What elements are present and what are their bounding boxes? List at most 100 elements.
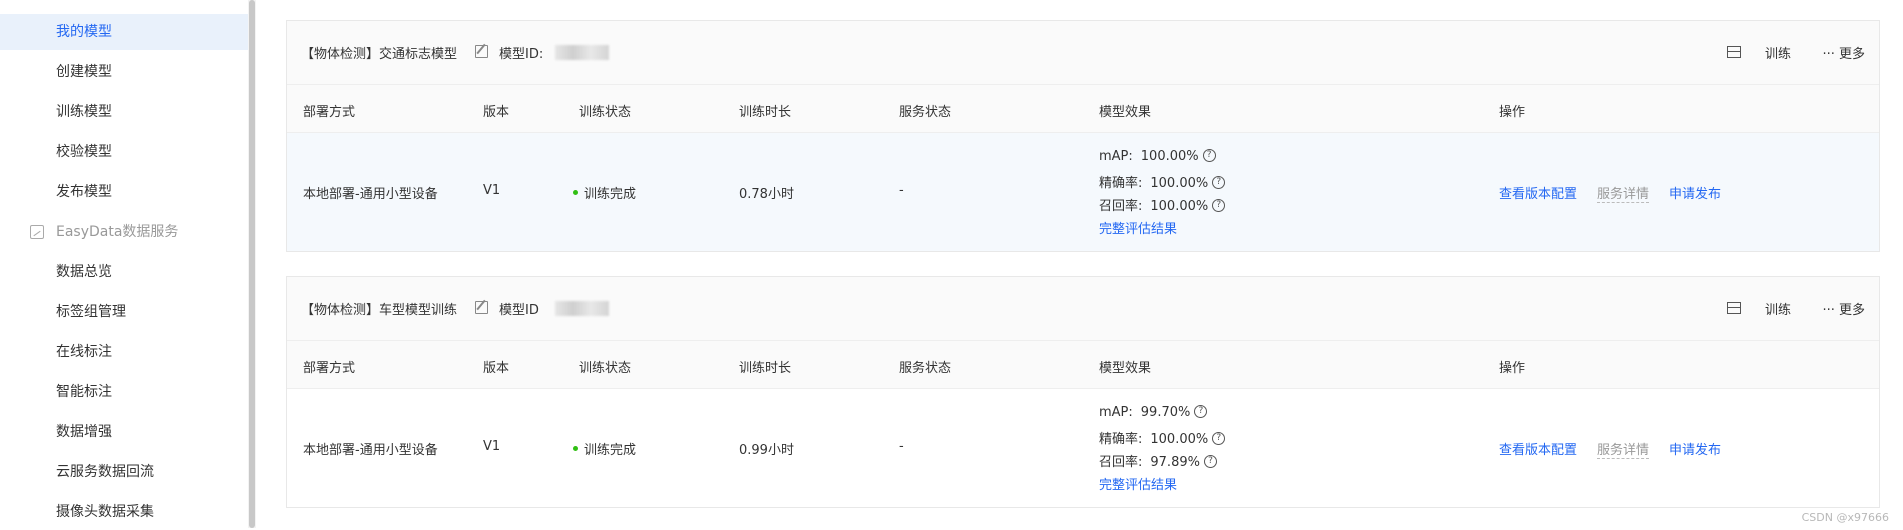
model-title: 【物体检测】车型模型训练 bbox=[301, 299, 457, 318]
model-id-value bbox=[555, 45, 609, 60]
sidebar-item-label: 云服务数据回流 bbox=[56, 464, 154, 480]
th-version: 版本 bbox=[483, 357, 509, 376]
sidebar-item-my-models[interactable]: 我的模型 bbox=[0, 14, 248, 50]
sidebar-section-easydata[interactable]: EasyData数据服务 bbox=[0, 214, 248, 250]
service-detail-link: 服务详情 bbox=[1597, 183, 1649, 203]
recall-label: 召回率: bbox=[1099, 455, 1142, 470]
recall-metric: 召回率: 100.00%? bbox=[1099, 195, 1225, 214]
sidebar-item-label: 数据增强 bbox=[56, 424, 112, 440]
map-metric: mAP: 100.00%? bbox=[1099, 149, 1216, 164]
help-icon[interactable]: ? bbox=[1212, 199, 1225, 212]
model-card-header: 【物体检测】交通标志模型 模型ID: 训练 ··· 更多 bbox=[287, 21, 1879, 85]
sidebar-item-label: 发布模型 bbox=[56, 184, 112, 200]
version-cell: V1 bbox=[483, 439, 500, 454]
th-action: 操作 bbox=[1499, 357, 1525, 376]
precision-label: 精确率: bbox=[1099, 176, 1142, 191]
model-id-label: 模型ID bbox=[499, 299, 539, 318]
sidebar-item-data-augmentation[interactable]: 数据增强 bbox=[0, 414, 248, 450]
view-version-config-link[interactable]: 查看版本配置 bbox=[1499, 183, 1577, 202]
th-deploy: 部署方式 bbox=[303, 101, 355, 120]
sidebar-item-data-overview[interactable]: 数据总览 bbox=[0, 254, 248, 290]
sidebar-item-label: 校验模型 bbox=[56, 144, 112, 160]
table-row: 本地部署-通用小型设备 V1 训练完成 0.99小时 - mAP:99.70%?… bbox=[287, 389, 1879, 507]
view-version-config-link[interactable]: 查看版本配置 bbox=[1499, 439, 1577, 458]
help-icon[interactable]: ? bbox=[1203, 149, 1216, 162]
recall-value: 97.89% bbox=[1150, 455, 1200, 470]
train-time-cell: 0.99小时 bbox=[739, 439, 794, 458]
map-value: 99.70% bbox=[1141, 405, 1191, 420]
recall-value: 100.00% bbox=[1150, 199, 1208, 214]
sidebar-item-train-model[interactable]: 训练模型 bbox=[0, 94, 248, 130]
sidebar-item-label: 标签组管理 bbox=[56, 304, 126, 320]
more-button[interactable]: ··· 更多 bbox=[1822, 43, 1865, 62]
sidebar-scrollbar[interactable] bbox=[248, 0, 256, 528]
train-status-text: 训练完成 bbox=[584, 443, 636, 458]
full-eval-link[interactable]: 完整评估结果 bbox=[1099, 474, 1177, 493]
table-header: 部署方式 版本 训练状态 训练时长 服务状态 模型效果 操作 bbox=[287, 85, 1879, 133]
model-id-label: 模型ID: bbox=[499, 43, 543, 62]
sidebar-item-label-groups[interactable]: 标签组管理 bbox=[0, 294, 248, 330]
help-icon[interactable]: ? bbox=[1204, 455, 1217, 468]
train-button[interactable]: 训练 bbox=[1765, 299, 1791, 318]
map-value: 100.00% bbox=[1141, 149, 1199, 164]
sidebar-item-label: 智能标注 bbox=[56, 384, 112, 400]
precision-label: 精确率: bbox=[1099, 432, 1142, 447]
train-icon[interactable] bbox=[1727, 46, 1741, 58]
sidebar-item-label: 我的模型 bbox=[56, 24, 112, 40]
help-icon[interactable]: ? bbox=[1212, 432, 1225, 445]
model-card-header: 【物体检测】车型模型训练 模型ID 训练 ··· 更多 bbox=[287, 277, 1879, 341]
map-label: mAP: bbox=[1099, 405, 1133, 420]
sidebar-item-online-annotation[interactable]: 在线标注 bbox=[0, 334, 248, 370]
map-metric: mAP: 99.70%? bbox=[1099, 405, 1207, 420]
table-row: 本地部署-通用小型设备 V1 训练完成 0.78小时 - mAP:100.00%… bbox=[287, 133, 1879, 251]
sidebar-item-create-model[interactable]: 创建模型 bbox=[0, 54, 248, 90]
apply-publish-link[interactable]: 申请发布 bbox=[1669, 439, 1721, 458]
chart-icon bbox=[30, 225, 44, 239]
model-card: 【物体检测】车型模型训练 模型ID 训练 ··· 更多 部署方式 版本 训练状态… bbox=[286, 276, 1880, 508]
scroll-thumb[interactable] bbox=[249, 0, 255, 528]
th-effect: 模型效果 bbox=[1099, 357, 1151, 376]
th-deploy: 部署方式 bbox=[303, 357, 355, 376]
service-detail-link: 服务详情 bbox=[1597, 439, 1649, 459]
train-status-text: 训练完成 bbox=[584, 187, 636, 202]
model-title: 【物体检测】交通标志模型 bbox=[301, 43, 457, 62]
sidebar-item-label: 训练模型 bbox=[56, 104, 112, 120]
help-icon[interactable]: ? bbox=[1194, 405, 1207, 418]
sidebar-item-publish-model[interactable]: 发布模型 bbox=[0, 174, 248, 210]
train-time-cell: 0.78小时 bbox=[739, 183, 794, 202]
sidebar-item-label: 创建模型 bbox=[56, 64, 112, 80]
th-service-status: 服务状态 bbox=[899, 357, 951, 376]
th-version: 版本 bbox=[483, 101, 509, 120]
sidebar-item-label: 摄像头数据采集 bbox=[56, 504, 154, 520]
sidebar-item-cloud-data-return[interactable]: 云服务数据回流 bbox=[0, 454, 248, 490]
train-icon[interactable] bbox=[1727, 302, 1741, 314]
help-icon[interactable]: ? bbox=[1212, 176, 1225, 189]
apply-publish-link[interactable]: 申请发布 bbox=[1669, 183, 1721, 202]
train-button[interactable]: 训练 bbox=[1765, 43, 1791, 62]
model-card: 【物体检测】交通标志模型 模型ID: 训练 ··· 更多 部署方式 版本 训练状… bbox=[286, 20, 1880, 252]
edit-icon[interactable] bbox=[475, 301, 488, 314]
table-header: 部署方式 版本 训练状态 训练时长 服务状态 模型效果 操作 bbox=[287, 341, 1879, 389]
sidebar-item-smart-annotation[interactable]: 智能标注 bbox=[0, 374, 248, 410]
sidebar-item-camera-collection[interactable]: 摄像头数据采集 bbox=[0, 494, 248, 530]
recall-label: 召回率: bbox=[1099, 199, 1142, 214]
th-effect: 模型效果 bbox=[1099, 101, 1151, 120]
edit-icon[interactable] bbox=[475, 45, 488, 58]
th-service-status: 服务状态 bbox=[899, 101, 951, 120]
sidebar: 我的模型 创建模型 训练模型 校验模型 发布模型 EasyData数据服务 数据… bbox=[0, 0, 248, 528]
precision-value: 100.00% bbox=[1150, 432, 1208, 447]
th-action: 操作 bbox=[1499, 101, 1525, 120]
more-button[interactable]: ··· 更多 bbox=[1822, 299, 1865, 318]
full-eval-link[interactable]: 完整评估结果 bbox=[1099, 218, 1177, 237]
precision-metric: 精确率:100.00%? bbox=[1099, 172, 1225, 191]
map-label: mAP: bbox=[1099, 149, 1133, 164]
th-train-time: 训练时长 bbox=[739, 357, 791, 376]
recall-metric: 召回率: 97.89%? bbox=[1099, 451, 1217, 470]
sidebar-item-validate-model[interactable]: 校验模型 bbox=[0, 134, 248, 170]
watermark: CSDN @x97666 bbox=[1802, 511, 1889, 524]
model-id-value bbox=[555, 301, 609, 316]
train-status-cell: 训练完成 bbox=[573, 439, 636, 458]
deploy-cell: 本地部署-通用小型设备 bbox=[303, 439, 438, 458]
sidebar-item-label: 数据总览 bbox=[56, 264, 112, 280]
th-train-time: 训练时长 bbox=[739, 101, 791, 120]
